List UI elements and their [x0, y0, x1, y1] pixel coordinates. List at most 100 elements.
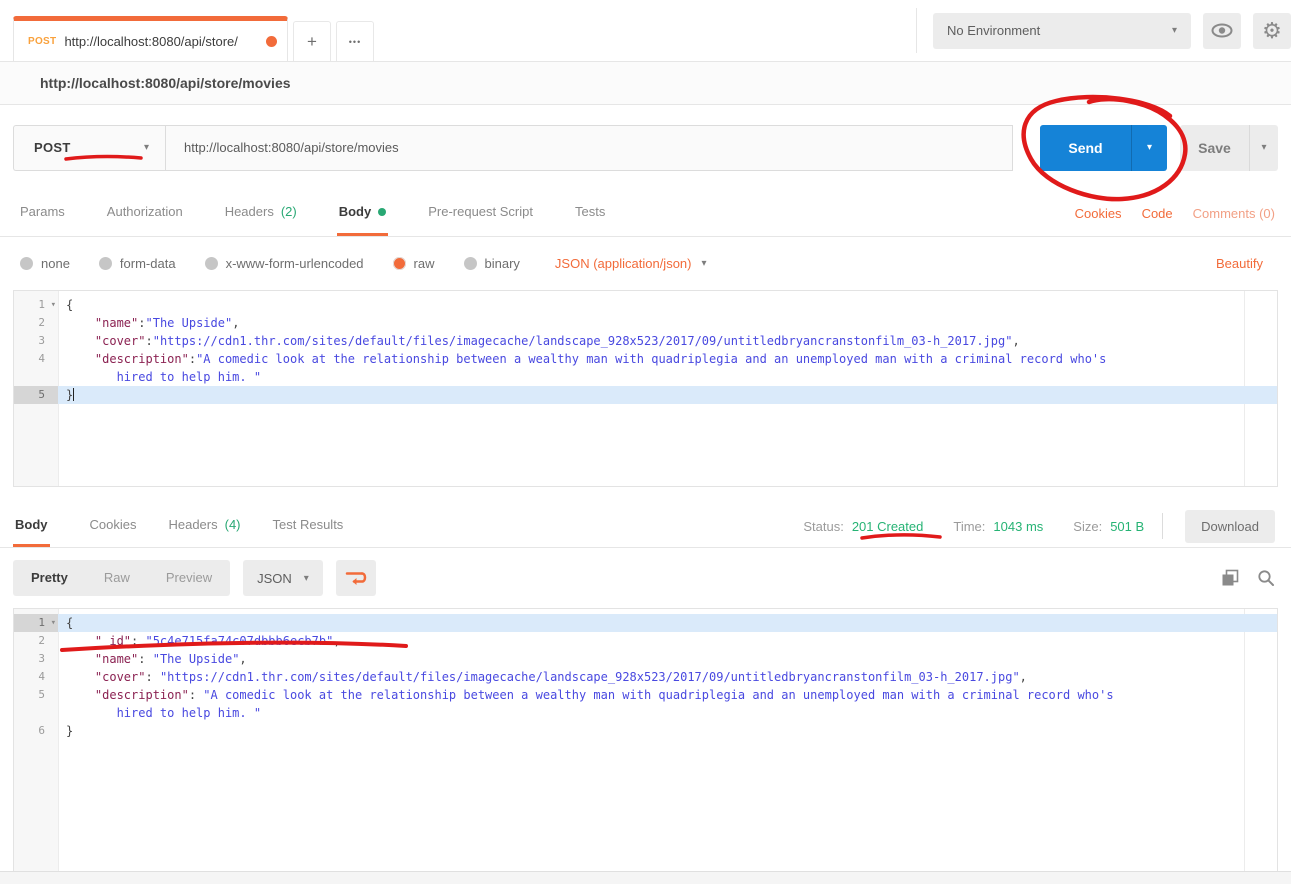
- code-row: 5}: [14, 386, 1277, 404]
- tab-url-label: http://localhost:8080/api/store/: [64, 34, 258, 49]
- ellipsis-icon: •••: [349, 37, 361, 47]
- view-pretty-button[interactable]: Pretty: [13, 560, 86, 596]
- tab-body-label: Body: [339, 204, 372, 219]
- request-tabs: Params Authorization Headers (2) Body Pr…: [0, 190, 1291, 237]
- save-button-group: Save ▾: [1180, 125, 1278, 171]
- tab-headers[interactable]: Headers (2): [223, 190, 299, 236]
- code-line: }: [58, 722, 1277, 740]
- line-number: 5: [14, 686, 58, 704]
- code-line: "_id": "5c4e715fa74c07dbbb6ecb7b",: [58, 632, 1277, 650]
- size-label: Size:: [1073, 519, 1102, 534]
- send-options-button[interactable]: ▾: [1131, 125, 1167, 171]
- comments-link[interactable]: Comments (0): [1193, 206, 1275, 221]
- tab-headers-label: Headers: [225, 204, 274, 219]
- radio-binary[interactable]: binary: [464, 256, 520, 271]
- search-response-button[interactable]: [1257, 569, 1275, 587]
- request-url-title: http://localhost:8080/api/store/movies: [40, 75, 291, 91]
- code-row: 2 "name":"The Upside",: [14, 314, 1277, 332]
- radio-icon: [205, 257, 218, 270]
- tab-params[interactable]: Params: [18, 190, 67, 236]
- bottom-status-strip: [0, 871, 1291, 884]
- chevron-down-icon: ▾: [1172, 25, 1177, 36]
- code-line: "description":"A comedic look at the rel…: [58, 350, 1277, 368]
- tab-body[interactable]: Body: [337, 190, 389, 236]
- radio-form-data[interactable]: form-data: [99, 256, 176, 271]
- environment-area: No Environment ▾ ⚙: [916, 8, 1291, 53]
- content-type-select[interactable]: JSON (application/json) ▾: [555, 256, 707, 271]
- radio-x-www-form-urlencoded[interactable]: x-www-form-urlencoded: [205, 256, 364, 271]
- view-preview-button[interactable]: Preview: [148, 560, 230, 596]
- tab-tests[interactable]: Tests: [573, 190, 607, 236]
- tab-options-button[interactable]: •••: [336, 21, 374, 61]
- line-number: 6: [14, 722, 58, 740]
- wrap-lines-icon: [345, 570, 367, 586]
- fold-caret-icon[interactable]: ▾: [51, 296, 56, 314]
- response-tab-test-results-label: Test Results: [273, 517, 344, 532]
- copy-response-button[interactable]: [1221, 569, 1239, 587]
- response-tab-body[interactable]: Body: [13, 505, 50, 547]
- request-links: Cookies Code Comments (0): [1075, 190, 1275, 236]
- code-line: "name":"The Upside",: [58, 314, 1277, 332]
- code-link[interactable]: Code: [1142, 206, 1173, 221]
- send-button[interactable]: Send: [1040, 125, 1131, 171]
- radio-icon: [99, 257, 112, 270]
- code-line: "cover":"https://cdn1.thr.com/sites/defa…: [58, 332, 1277, 350]
- radio-raw[interactable]: raw: [393, 256, 435, 271]
- radio-urlencoded-label: x-www-form-urlencoded: [226, 256, 364, 271]
- code-row: 4 "cover": "https://cdn1.thr.com/sites/d…: [14, 668, 1277, 686]
- code-row: 1▾{: [14, 296, 1277, 314]
- response-format-label: JSON: [257, 571, 292, 586]
- response-tab-headers[interactable]: Headers (4): [166, 505, 242, 547]
- code-line: {: [58, 296, 1277, 314]
- content-type-label: JSON (application/json): [555, 256, 692, 271]
- chevron-down-icon: ▾: [701, 258, 706, 269]
- line-number: 2: [14, 632, 58, 650]
- app-header: POST http://localhost:8080/api/store/ + …: [0, 0, 1291, 62]
- cookies-link[interactable]: Cookies: [1075, 206, 1122, 221]
- response-meta: Status: 201 Created Time: 1043 ms Size: …: [803, 505, 1275, 547]
- request-tab-bar: POST http://localhost:8080/api/store/ + …: [0, 0, 374, 61]
- radio-none-label: none: [41, 256, 70, 271]
- download-button[interactable]: Download: [1185, 510, 1275, 543]
- environment-quick-look-button[interactable]: [1203, 13, 1241, 49]
- fold-caret-icon[interactable]: ▾: [51, 614, 56, 632]
- beautify-link[interactable]: Beautify: [1216, 256, 1263, 271]
- line-number: 3: [14, 650, 58, 668]
- wrap-lines-button[interactable]: [336, 560, 376, 596]
- code-row: 3 "name": "The Upside",: [14, 650, 1277, 668]
- response-tab-test-results[interactable]: Test Results: [271, 505, 346, 547]
- code-row: hired to help him. ": [14, 704, 1277, 722]
- view-raw-button[interactable]: Raw: [86, 560, 148, 596]
- new-tab-button[interactable]: +: [293, 21, 331, 61]
- response-tab-cookies-label: Cookies: [90, 517, 137, 532]
- radio-raw-label: raw: [414, 256, 435, 271]
- method-select[interactable]: POST ▾: [13, 125, 165, 171]
- response-header: Body Cookies Headers (4) Test Results St…: [0, 505, 1291, 548]
- tab-authorization[interactable]: Authorization: [105, 190, 185, 236]
- save-options-button[interactable]: ▾: [1249, 125, 1278, 171]
- response-tab-cookies[interactable]: Cookies: [88, 505, 139, 547]
- chevron-down-icon: ▾: [1261, 142, 1266, 153]
- tab-pre-request-label: Pre-request Script: [428, 204, 533, 219]
- request-tab-active[interactable]: POST http://localhost:8080/api/store/: [13, 16, 288, 61]
- unsaved-changes-dot-icon: [266, 36, 277, 47]
- tab-pre-request-script[interactable]: Pre-request Script: [426, 190, 535, 236]
- headers-count-badge: (2): [281, 204, 297, 219]
- code-line: hired to help him. ": [58, 368, 1277, 386]
- environment-select[interactable]: No Environment ▾: [933, 13, 1191, 49]
- request-body-editor[interactable]: 1▾{2 "name":"The Upside",3 "cover":"http…: [13, 290, 1278, 487]
- settings-button[interactable]: ⚙: [1253, 13, 1291, 49]
- url-input[interactable]: [165, 125, 1013, 171]
- response-view-switcher: Pretty Raw Preview: [13, 560, 230, 596]
- environment-label: No Environment: [947, 23, 1040, 38]
- response-format-select[interactable]: JSON ▾: [243, 560, 323, 596]
- eye-icon: [1211, 23, 1233, 38]
- line-number: 3: [14, 332, 58, 350]
- line-number: 4: [14, 350, 58, 368]
- response-headers-count-badge: (4): [225, 517, 241, 532]
- code-line: }: [58, 386, 1277, 404]
- response-body-editor[interactable]: 1▾{2 "_id": "5c4e715fa74c07dbbb6ecb7b",3…: [13, 608, 1278, 871]
- radio-none[interactable]: none: [20, 256, 70, 271]
- save-button[interactable]: Save: [1180, 125, 1249, 171]
- code-row: 4 "description":"A comedic look at the r…: [14, 350, 1277, 368]
